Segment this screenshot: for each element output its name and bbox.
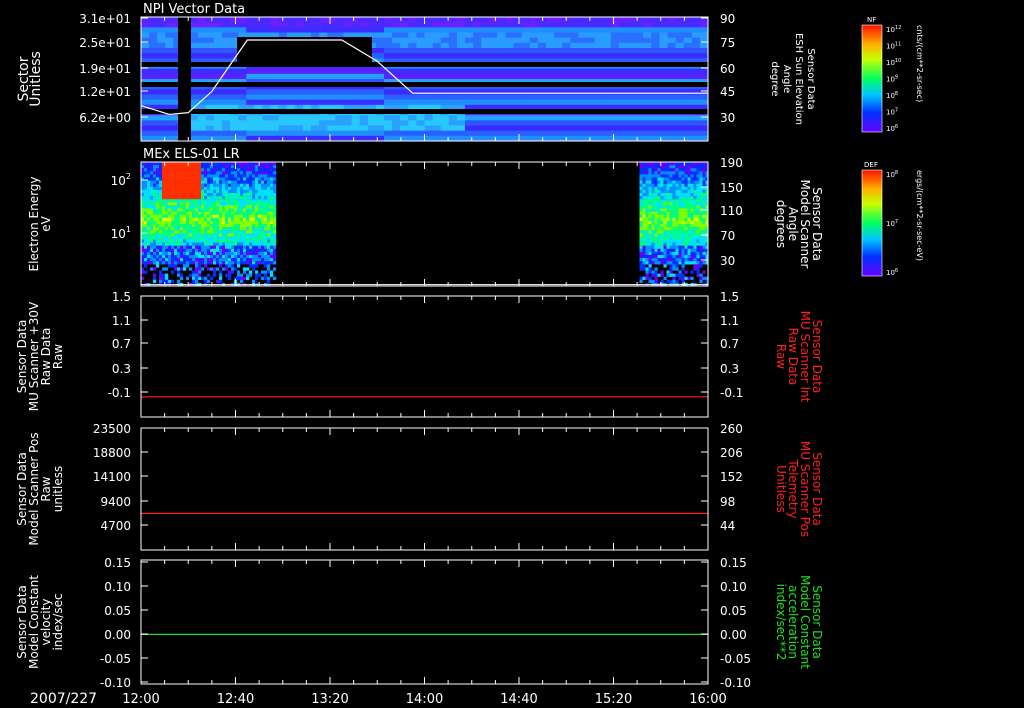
right-tick-label: 110 [720,204,743,218]
time-tick-label: 12:40 [217,692,254,707]
right-tick-label: 30 [720,254,735,268]
left-tick-label: 14100 [93,470,131,484]
right-axis-title: Sensor DataMU Scanner IntRaw DataRaw [774,311,824,403]
left-tick-label: 101 [111,225,131,241]
right-tick-label: 0.3 [720,362,739,376]
colorbar-tick-label: 1010 [886,58,901,67]
panel-frame-5 [140,559,709,685]
right-tick-label: 0.15 [720,556,747,570]
def-colorbar-label: DEF [864,161,878,169]
right-tick-label: 98 [720,495,735,509]
left-tick-label: 0.3 [112,362,131,376]
right-tick-label: 0.05 [720,604,747,618]
time-tick-label: 14:00 [406,692,443,707]
left-tick-label: -0.05 [100,652,131,666]
right-tick-label: 0.10 [720,580,747,594]
right-tick-label: 30 [720,111,735,125]
left-axis-title: Sensor DataModel Scanner PosRawunitless [15,432,65,545]
left-tick-label: 1.1 [112,314,131,328]
left-tick-label: 0.7 [112,337,131,351]
time-tick-label: 15:20 [595,692,632,707]
left-axis-title: Sensor DataMU Scanner +30VRaw DataRaw [15,301,65,411]
left-tick-label: 2.5e+01 [79,36,131,50]
left-axis-title: SectorUnitless [16,51,44,107]
right-tick-label: 190 [720,156,743,170]
left-tick-label: 0.10 [104,580,131,594]
right-tick-label: -0.1 [720,386,743,400]
right-tick-label: 70 [720,229,735,243]
left-tick-label: -0.1 [108,386,131,400]
colorbar-tick-label: 107 [886,219,898,228]
right-tick-label: 0.7 [720,337,739,351]
stacked-timeseries-plot: NPI Vector Data MEx ELS-01 LR 3.1e+01 2.5… [15,2,924,707]
nf-colorbar-units: cnts/(cm**2-sr-sec) [915,25,924,102]
right-tick-label: 206 [720,446,743,460]
right-tick-label: 1.5 [720,290,739,304]
right-tick-label: -0.10 [720,676,751,690]
colorbar-tick-label: 1011 [886,42,901,51]
date-label: 2007/227 [30,691,97,707]
colorbar-tick-label: 1012 [886,25,901,34]
right-tick-label: -0.05 [720,652,751,666]
left-tick-label: -0.10 [100,676,131,690]
right-tick-label: 90 [720,12,735,26]
npi-panel-title: NPI Vector Data [143,2,245,17]
time-tick-label: 13:20 [311,692,348,707]
time-tick-label: 16:00 [689,692,726,707]
colorbar-tick-label: 107 [886,108,898,117]
left-tick-label: 0.00 [104,628,131,642]
left-tick-label: 0.05 [104,604,131,618]
colorbar-tick-label: 106 [886,268,898,277]
right-tick-label: 1.1 [720,314,739,328]
nf-colorbar-label: NF [867,16,876,24]
right-tick-label: 260 [720,422,743,436]
els-panel-title: MEx ELS-01 LR [143,147,240,162]
def-colorbar-units: ergs/(cm**2-sr-sec-eV) [915,170,924,261]
left-tick-label: 18800 [93,446,131,460]
left-tick-label: 23500 [93,422,131,436]
right-axis-title: Sensor DataModel ScannerAngledegrees [774,180,824,269]
right-axis-title: Sensor DataESH Sun ElevationAngledegree [769,33,816,125]
left-tick-label: 4700 [100,519,131,533]
right-tick-label: 60 [720,62,735,76]
time-tick-label: 14:40 [500,692,537,707]
right-tick-label: 75 [720,36,735,50]
left-axis-title: Electron EnergyeV [27,176,53,271]
left-axis-title: Sensor DataModel Constantvelocityindex/s… [15,575,65,669]
right-tick-label: 45 [720,85,735,99]
colorbar-tick-label: 108 [886,170,898,179]
left-tick-label: 0.15 [104,556,131,570]
right-axis-title: Sensor DataMU Scanner PosTelemetryUnitle… [774,441,824,537]
colorbar-tick-label: 109 [886,75,898,84]
left-tick-label: 1.9e+01 [79,62,131,76]
panel-frame-4 [140,427,709,551]
left-tick-label: 1.2e+01 [79,85,131,99]
panel-frame-3 [140,295,709,418]
left-tick-label: 3.1e+01 [79,12,131,26]
colorbar-tick-label: 108 [886,91,898,100]
left-tick-label: 6.2e+00 [79,111,131,125]
time-tick-label: 12:00 [122,692,159,707]
right-tick-label: 0.00 [720,628,747,642]
els-spectrogram [141,162,708,286]
left-tick-label: 9400 [100,495,131,509]
right-tick-label: 44 [720,519,735,533]
right-tick-label: 150 [720,181,743,195]
npi-spectrogram [141,17,708,141]
right-axis-title: Sensor DataModel Constantaccelerationind… [774,575,824,669]
colorbar-tick-label: 106 [886,124,898,133]
right-tick-label: 152 [720,470,743,484]
left-tick-label: 1.5 [112,290,131,304]
left-tick-label: 102 [111,172,131,188]
